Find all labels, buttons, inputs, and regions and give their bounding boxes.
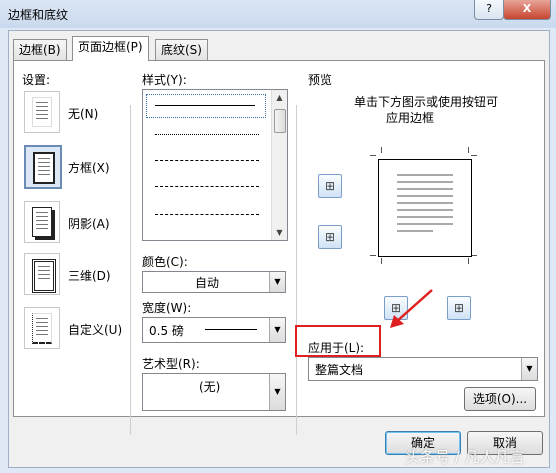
close-button[interactable]: X — [503, 0, 551, 20]
style-list[interactable]: ▲ ▼ — [142, 89, 288, 241]
color-value: 自动 — [195, 276, 220, 290]
watermark: 头条号 / 凡人凡言 — [405, 448, 525, 466]
color-heading: 颜色(C): — [142, 255, 188, 269]
no-border-icon[interactable] — [24, 91, 60, 133]
tab-page-border[interactable]: 页面边框(P) — [72, 36, 149, 61]
tab-shading[interactable]: 底纹(S) — [155, 39, 208, 60]
corner-mark — [468, 258, 469, 264]
width-dropdown[interactable]: 0.5 磅 ▼ — [142, 317, 286, 343]
right-border-icon[interactable]: ⊞ — [447, 296, 471, 320]
preview-page[interactable] — [378, 159, 472, 257]
art-dropdown[interactable]: (无) ▼ — [142, 373, 286, 411]
style-dash-wide-item[interactable] — [155, 186, 259, 187]
art-heading: 艺术型(R): — [142, 357, 200, 371]
width-heading: 宽度(W): — [142, 301, 192, 315]
corner-mark — [468, 147, 469, 153]
art-value: (无) — [199, 380, 221, 394]
scroll-up-icon[interactable]: ▲ — [272, 90, 287, 105]
style-heading: 样式(Y): — [142, 73, 187, 87]
apply-to-value: 整篇文档 — [315, 363, 364, 377]
setting-custom-label[interactable]: 自定义(U) — [68, 321, 122, 338]
scroll-down-icon[interactable]: ▼ — [272, 225, 287, 240]
annotation-arrow-icon — [390, 289, 433, 328]
corner-mark — [471, 155, 477, 156]
chevron-down-icon[interactable]: ▼ — [269, 272, 285, 292]
style-scrollbar[interactable]: ▲ ▼ — [271, 90, 287, 240]
setting-box-label[interactable]: 方框(X) — [68, 159, 110, 176]
chevron-down-icon[interactable]: ▼ — [521, 358, 537, 380]
highlight-box — [295, 325, 381, 357]
style-dash-item[interactable] — [155, 160, 259, 161]
custom-border-icon[interactable] — [24, 307, 60, 349]
tab-borders[interactable]: 边框(B) — [13, 39, 67, 60]
setting-none-label[interactable]: 无(N) — [68, 105, 98, 122]
chevron-down-icon[interactable]: ▼ — [269, 374, 285, 410]
top-border-icon[interactable]: ⊞ — [318, 174, 342, 198]
scroll-thumb[interactable] — [274, 109, 286, 133]
shadow-border-icon[interactable] — [24, 201, 60, 243]
divider-right — [296, 105, 297, 435]
corner-mark — [381, 258, 382, 264]
width-sample-line — [205, 329, 257, 330]
tab-panel: 设置: 无(N) 方框(X) 阴影(A) 三维(D) 自定义(U) 样式(Y):… — [13, 60, 545, 435]
preview-hint-line1: 单击下方图示或使用按钮可 — [354, 95, 499, 109]
corner-mark — [370, 155, 376, 156]
settings-heading: 设置: — [22, 73, 51, 87]
apply-to-dropdown[interactable]: 整篇文档 ▼ — [308, 357, 538, 381]
dialog-client: 边框(B) 页面边框(P) 底纹(S) 设置: 无(N) 方框(X) 阴影(A) — [8, 30, 550, 468]
chevron-down-icon[interactable]: ▼ — [269, 318, 285, 342]
setting-shadow-label[interactable]: 阴影(A) — [68, 215, 110, 232]
help-button[interactable]: ? — [474, 0, 504, 20]
width-value: 0.5 磅 — [149, 324, 184, 338]
preview-heading: 预览 — [308, 73, 333, 87]
corner-mark — [381, 147, 382, 153]
preview-hint-line2: 应用边框 — [386, 111, 435, 125]
color-dropdown[interactable]: 自动 ▼ — [142, 271, 286, 293]
corner-mark — [370, 255, 376, 256]
titlebar: 边框和底纹 ? X — [0, 0, 556, 28]
style-dotted-item[interactable] — [155, 134, 259, 135]
style-selected-item[interactable] — [146, 94, 266, 118]
3d-border-icon[interactable] — [24, 253, 60, 295]
options-button[interactable]: 选项(O)... — [464, 387, 536, 411]
style-dash-dot-item[interactable] — [155, 214, 259, 215]
setting-3d-label[interactable]: 三维(D) — [68, 267, 111, 284]
window-title: 边框和底纹 — [8, 8, 69, 22]
box-border-icon[interactable] — [24, 145, 62, 189]
divider-left — [130, 105, 131, 435]
bottom-border-icon[interactable]: ⊞ — [318, 225, 342, 249]
